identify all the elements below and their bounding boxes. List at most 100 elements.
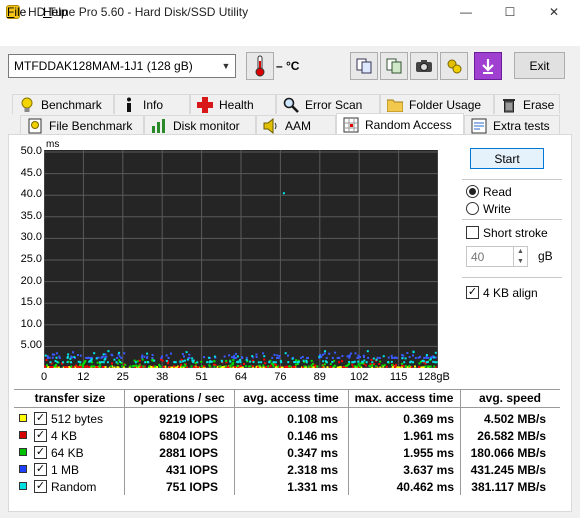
- cell-speed: 381.117 MB/s: [471, 480, 546, 494]
- data-point: [274, 361, 277, 364]
- data-point: [271, 356, 274, 359]
- menu-help[interactable]: Help: [43, 5, 68, 19]
- minimize-button[interactable]: —: [444, 0, 488, 24]
- tab-error-scan[interactable]: Error Scan: [276, 94, 380, 114]
- data-point: [135, 364, 138, 367]
- data-point: [296, 363, 299, 366]
- data-point: [206, 361, 209, 364]
- series-checkbox[interactable]: ✓: [34, 412, 47, 425]
- tab-erase[interactable]: Erase: [494, 94, 560, 114]
- data-point: [239, 359, 242, 362]
- data-point: [349, 352, 352, 355]
- x-tick-label: 51: [195, 371, 208, 383]
- data-point: [102, 366, 105, 369]
- chevron-down-icon[interactable]: ▼: [217, 55, 235, 77]
- data-point: [387, 361, 390, 364]
- data-point: [362, 355, 365, 358]
- data-point: [95, 366, 98, 369]
- exit-button[interactable]: Exit: [514, 52, 565, 79]
- copy-text-icon[interactable]: [350, 52, 378, 80]
- series-checkbox[interactable]: ✓: [34, 429, 47, 442]
- data-point: [95, 357, 98, 360]
- data-point: [414, 356, 417, 359]
- data-point: [228, 354, 231, 357]
- series-checkbox[interactable]: ✓: [34, 463, 47, 476]
- data-point: [79, 363, 82, 366]
- tab-extra-tests[interactable]: Extra tests: [464, 115, 560, 135]
- chart-bars-icon: [151, 118, 167, 134]
- x-tick-label: 128gB: [418, 371, 450, 383]
- data-point: [54, 363, 57, 366]
- align-checkbox[interactable]: ✓: [466, 286, 479, 299]
- chevron-down-icon[interactable]: ▼: [517, 258, 524, 265]
- data-point: [55, 356, 58, 359]
- data-point: [311, 362, 314, 365]
- data-point: [142, 365, 145, 368]
- transfer-size: 512 bytes: [51, 412, 104, 426]
- data-point: [124, 363, 127, 366]
- series-checkbox[interactable]: ✓: [34, 480, 47, 493]
- data-point: [239, 361, 242, 364]
- save-down-icon[interactable]: [474, 52, 502, 80]
- stroke-unit: gB: [538, 249, 553, 263]
- y-tick-label: 50.0: [20, 145, 42, 157]
- data-point: [245, 356, 248, 359]
- tab-random-access[interactable]: Random Access: [336, 113, 464, 135]
- tab-file-benchmark[interactable]: File Benchmark: [20, 115, 144, 135]
- data-point: [110, 362, 113, 365]
- data-point: [81, 365, 84, 368]
- data-point: [192, 359, 195, 362]
- data-point: [391, 363, 394, 366]
- data-point: [105, 355, 108, 358]
- drive-select[interactable]: MTFDDAK128MAM-1J1 (128 gB) ▼: [8, 54, 236, 78]
- read-radio[interactable]: [466, 185, 479, 198]
- screenshot-icon[interactable]: [410, 52, 438, 80]
- data-point: [167, 362, 170, 365]
- data-point: [119, 361, 122, 364]
- data-point: [153, 359, 156, 362]
- close-button[interactable]: ✕: [532, 0, 576, 24]
- data-point: [381, 364, 384, 367]
- copy-info-icon[interactable]: [380, 52, 408, 80]
- data-point: [302, 359, 305, 362]
- stroke-size-field[interactable]: 40 ▲ ▼: [466, 246, 528, 267]
- temperature-readout: – °C: [276, 59, 300, 73]
- data-point: [70, 355, 73, 358]
- data-point: [278, 366, 281, 369]
- data-point: [72, 351, 75, 354]
- data-point: [372, 357, 375, 360]
- data-point: [134, 361, 137, 364]
- data-point: [401, 357, 404, 360]
- tab-info[interactable]: Info: [114, 94, 190, 114]
- write-radio[interactable]: [466, 202, 479, 215]
- maximize-button[interactable]: ☐: [488, 0, 532, 24]
- data-point: [200, 365, 203, 368]
- data-point: [429, 358, 432, 361]
- tab-benchmark[interactable]: Benchmark: [12, 94, 114, 114]
- cell-ops: 6804 IOPS: [159, 429, 218, 443]
- y-tick-label: 10.0: [20, 317, 42, 330]
- settings-icon[interactable]: [440, 52, 468, 80]
- data-point: [70, 361, 73, 364]
- data-point: [371, 361, 374, 364]
- data-point: [348, 354, 351, 357]
- menu-file[interactable]: File: [7, 5, 26, 19]
- chevron-up-icon[interactable]: ▲: [517, 248, 524, 255]
- x-tick-label: 25: [116, 371, 129, 383]
- tab-disk-monitor[interactable]: Disk monitor: [144, 115, 256, 135]
- data-point: [175, 366, 178, 369]
- data-point: [213, 360, 216, 363]
- start-button[interactable]: Start: [470, 148, 544, 169]
- x-tick-label: 102: [350, 371, 369, 383]
- short-stroke-checkbox[interactable]: [466, 226, 479, 239]
- series-checkbox[interactable]: ✓: [34, 446, 47, 459]
- tab-folder-usage[interactable]: Folder Usage: [380, 94, 494, 114]
- data-point: [296, 361, 299, 364]
- cell-speed: 180.066 MB/s: [470, 446, 546, 460]
- tab-health[interactable]: Health: [190, 94, 276, 114]
- y-tick-label: 35.0: [20, 209, 42, 222]
- tab-aam[interactable]: AAM: [256, 115, 336, 135]
- cell-avg: 0.146 ms: [287, 429, 338, 443]
- stroke-spinner[interactable]: ▲ ▼: [513, 247, 527, 266]
- data-point: [133, 364, 136, 367]
